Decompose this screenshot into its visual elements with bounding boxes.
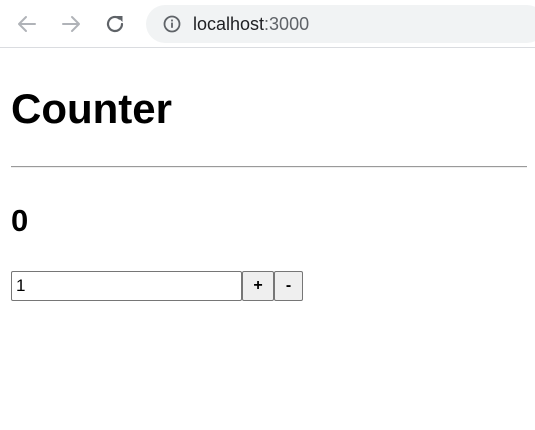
decrement-button[interactable]: - <box>274 271 303 301</box>
reload-button[interactable] <box>100 9 130 39</box>
arrow-left-icon <box>18 16 36 32</box>
increment-button[interactable]: + <box>242 271 274 301</box>
forward-button[interactable] <box>56 9 86 39</box>
page-content: Counter 0 + - <box>0 49 535 430</box>
url-text[interactable]: localhost:3000 <box>193 14 309 34</box>
reload-icon <box>106 15 124 33</box>
info-icon[interactable] <box>163 15 181 33</box>
address-bar[interactable]: localhost:3000 <box>146 5 535 43</box>
counter-value: 0 <box>11 203 29 238</box>
page-title: Counter <box>11 85 172 132</box>
url-port: :3000 <box>264 14 310 34</box>
step-input[interactable] <box>11 271 242 301</box>
back-button[interactable] <box>12 9 42 39</box>
url-host: localhost <box>193 14 265 34</box>
divider <box>11 166 527 168</box>
browser-toolbar: localhost:3000 <box>0 0 535 48</box>
arrow-right-icon <box>62 16 80 32</box>
